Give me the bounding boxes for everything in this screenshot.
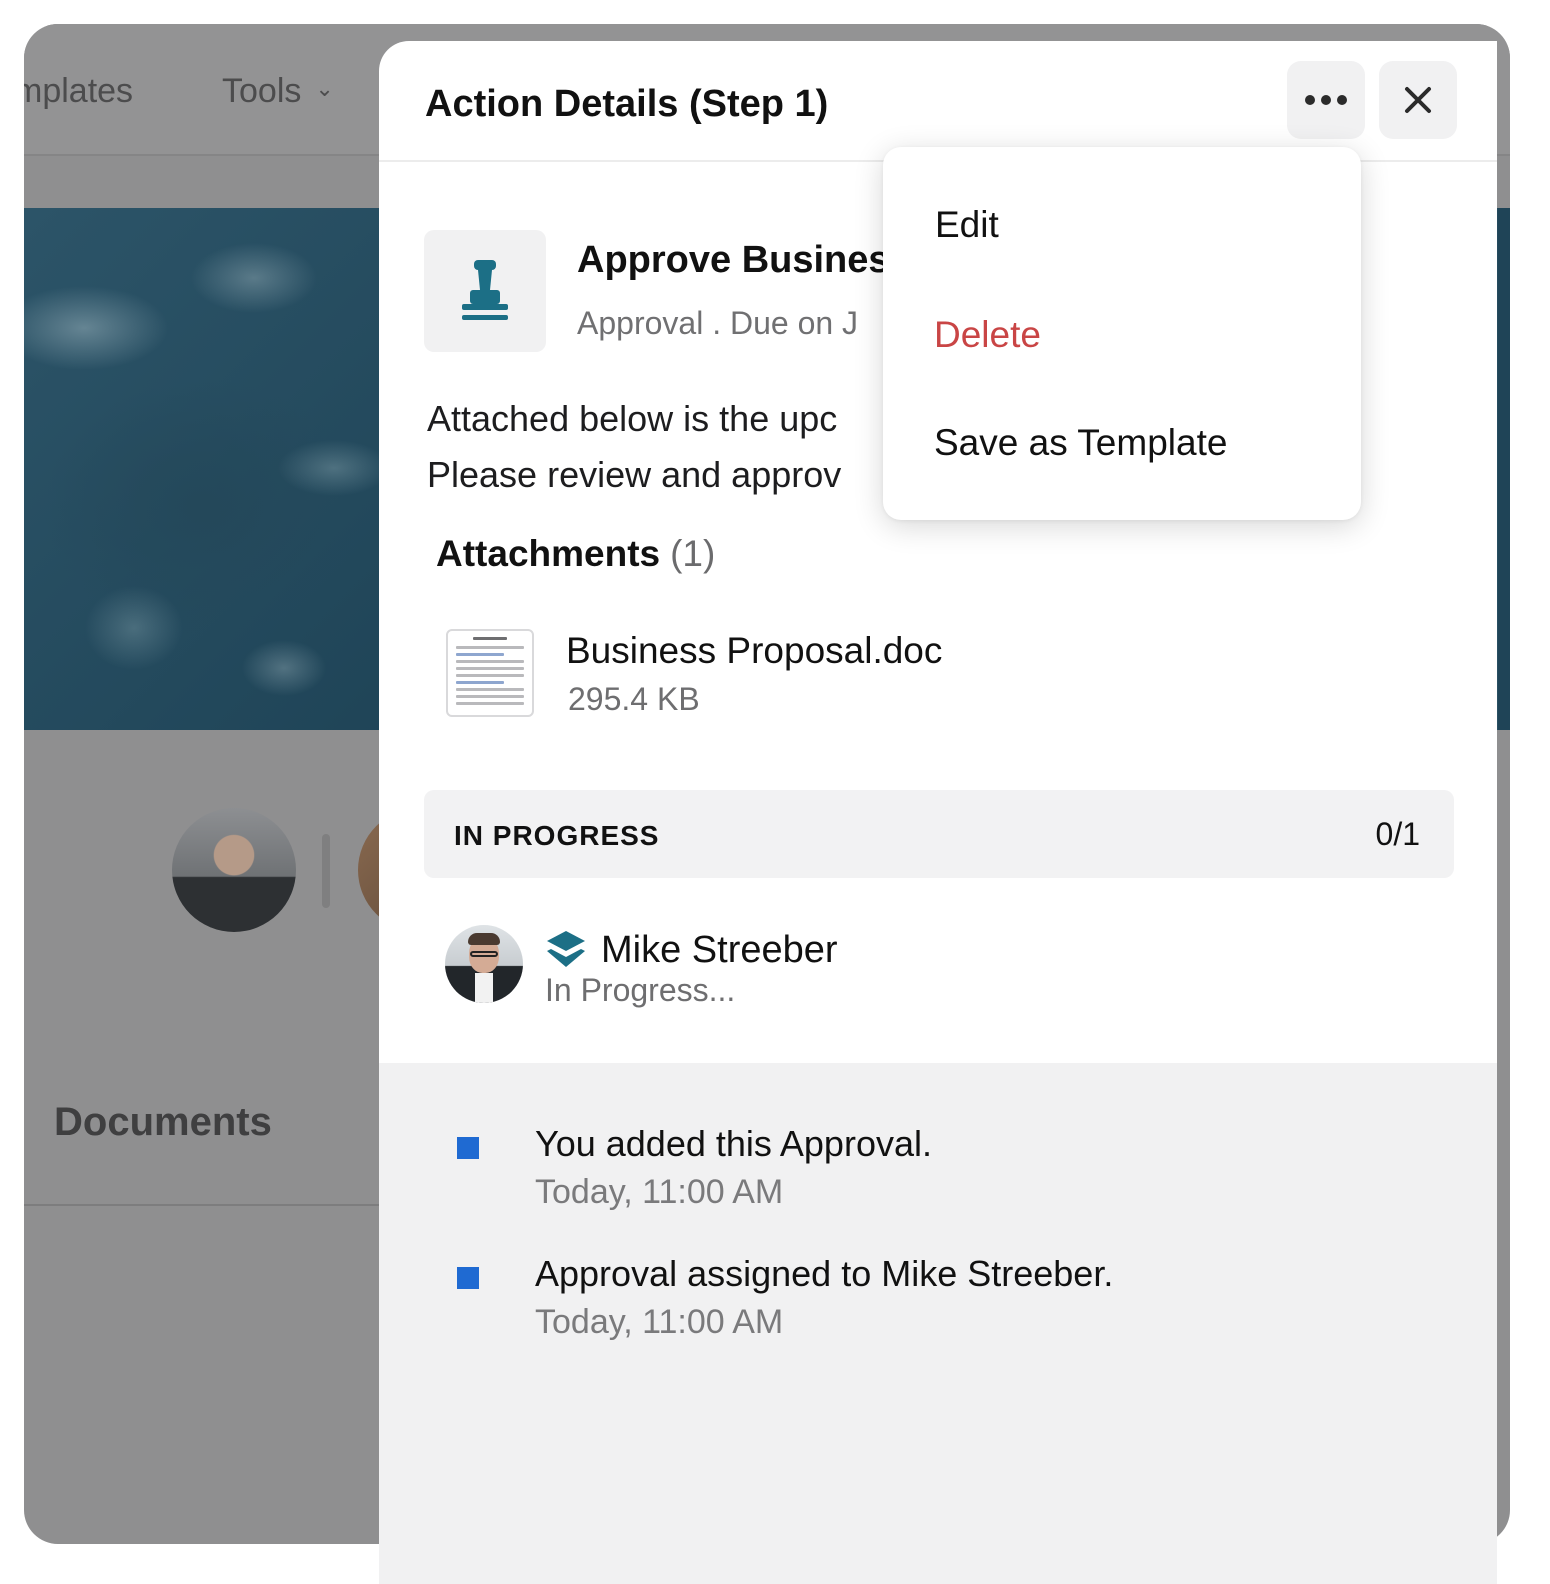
nav-tools[interactable]: Tools ⌄ <box>222 72 334 111</box>
activity-bullet <box>457 1267 479 1289</box>
layers-icon <box>547 931 585 967</box>
chevron-down-icon: ⌄ <box>315 76 334 101</box>
more-horizontal-icon <box>1305 95 1347 105</box>
assignee-avatar[interactable] <box>445 925 523 1003</box>
activity-time: Today, 11:00 AM <box>535 1303 784 1341</box>
panel-title: Action Details (Step 1) <box>425 83 829 125</box>
panel-header: Action Details (Step 1) <box>379 41 1497 162</box>
cover-image-edge <box>1498 208 1510 730</box>
menu-item-edit[interactable]: Edit <box>883 175 1361 275</box>
stamp-icon <box>462 260 508 320</box>
menu-item-edit-label: Edit <box>935 204 999 245</box>
assignee-name: Mike Streeber <box>601 929 838 971</box>
menu-item-save-label: Save as Template <box>934 422 1228 463</box>
attachment-size: 295.4 KB <box>568 681 700 717</box>
activity-log: You added this Approval. Today, 11:00 AM… <box>379 1063 1497 1584</box>
attachment-name[interactable]: Business Proposal.doc <box>566 630 942 672</box>
activity-bullet <box>457 1137 479 1159</box>
close-icon <box>1405 87 1431 113</box>
documents-divider <box>24 1204 384 1206</box>
nav-templates[interactable]: mplates <box>24 72 133 111</box>
activity-time: Today, 11:00 AM <box>535 1173 784 1211</box>
nav-tools-label: Tools <box>222 72 302 110</box>
attachments-count: (1) <box>670 533 716 574</box>
documents-title: Documents <box>54 1100 272 1144</box>
more-options-menu: Edit Delete Save as Template <box>883 147 1361 520</box>
activity-text: You added this Approval. <box>535 1123 932 1164</box>
action-type-icon-box <box>424 230 546 352</box>
progress-status-bar: IN PROGRESS 0/1 <box>424 790 1454 878</box>
menu-item-save-as-template[interactable]: Save as Template <box>883 393 1361 493</box>
file-thumbnail[interactable] <box>446 629 534 717</box>
action-subtitle: Approval . Due on J <box>577 305 859 341</box>
more-options-button[interactable] <box>1287 61 1365 139</box>
background-divider <box>322 834 330 908</box>
menu-item-delete[interactable]: Delete <box>883 285 1361 385</box>
activity-text: Approval assigned to Mike Streeber. <box>535 1253 1114 1294</box>
menu-item-delete-label: Delete <box>934 314 1041 355</box>
attachments-heading: Attachments (1) <box>436 533 715 575</box>
assignee-status: In Progress... <box>545 972 736 1008</box>
attachments-label: Attachments <box>436 533 661 574</box>
close-button[interactable] <box>1379 61 1457 139</box>
progress-count: 0/1 <box>1375 816 1420 852</box>
background-avatar[interactable] <box>172 808 296 932</box>
action-title: Approve Busines <box>577 239 890 281</box>
progress-label: IN PROGRESS <box>454 820 660 851</box>
